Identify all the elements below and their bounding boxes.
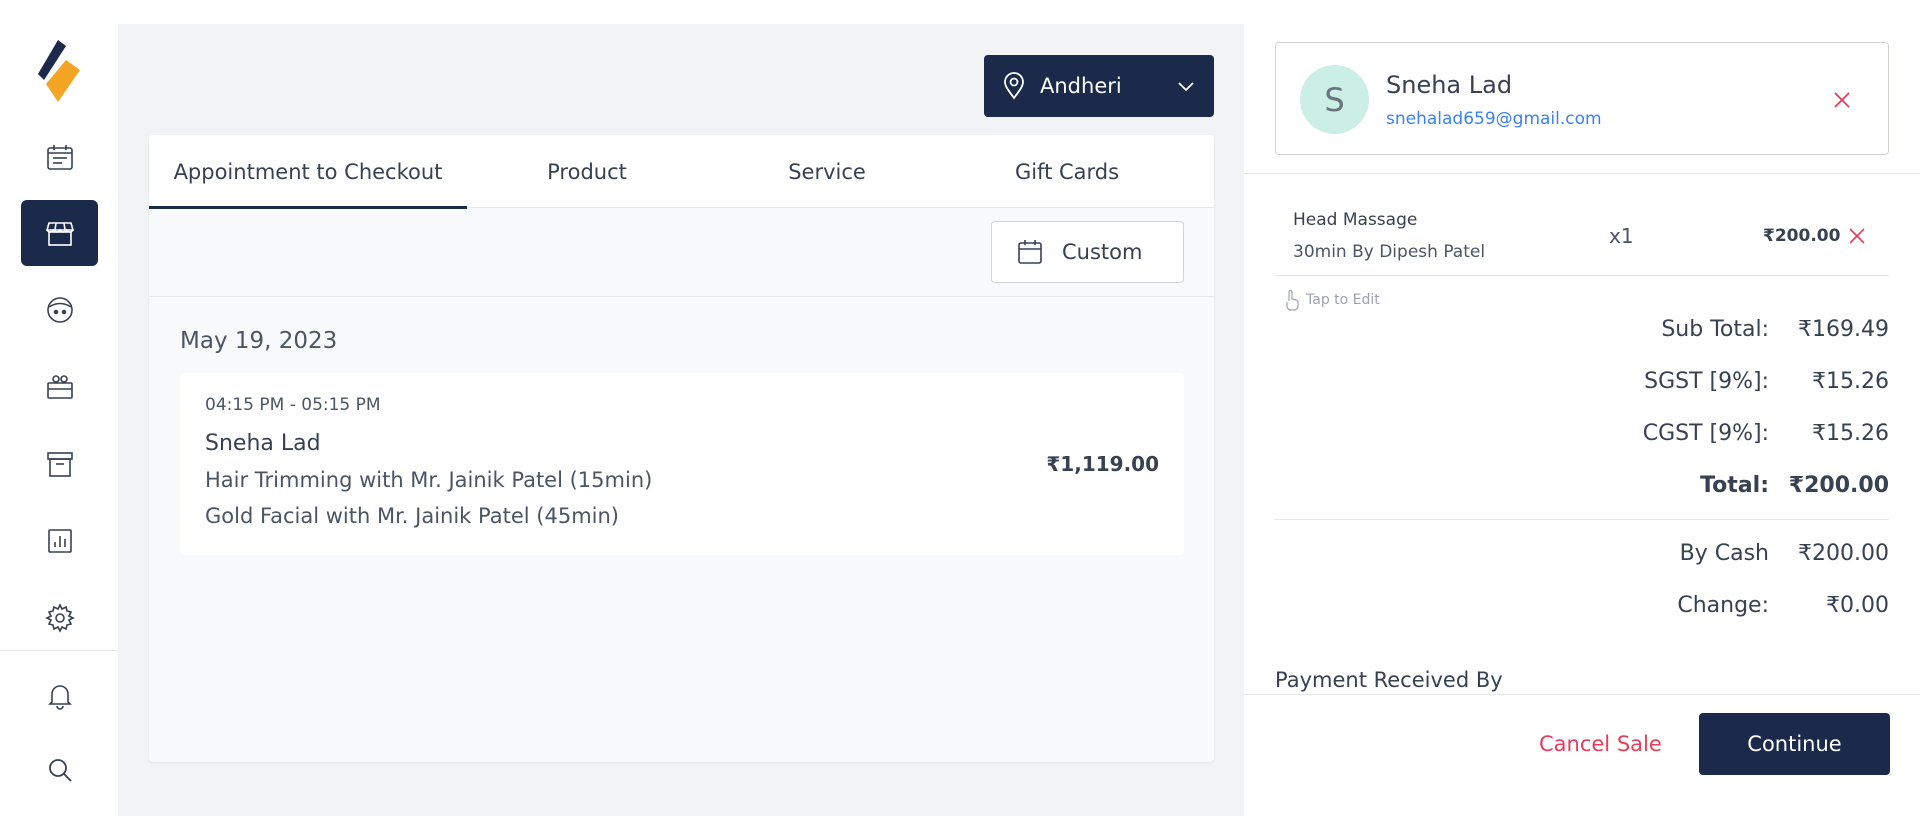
face-icon bbox=[46, 297, 73, 323]
tab-gift-cards[interactable]: Gift Cards bbox=[947, 135, 1187, 208]
payment-received-by-label: Payment Received By bbox=[1275, 668, 1503, 692]
filter-row: Custom bbox=[149, 208, 1214, 297]
client-email: snehalad659@gmail.com bbox=[1386, 109, 1602, 129]
tap-to-edit-label: Tap to Edit bbox=[1306, 292, 1380, 308]
gift-icon bbox=[46, 375, 73, 399]
sidebar-item-gift[interactable] bbox=[21, 354, 98, 420]
divider bbox=[1244, 173, 1920, 174]
sidebar-item-settings[interactable] bbox=[21, 585, 98, 651]
cancel-sale-button[interactable]: Cancel Sale bbox=[1539, 732, 1662, 756]
logo-icon bbox=[36, 36, 82, 102]
sgst-label: SGST [9%]: bbox=[1644, 369, 1769, 394]
tab-label: Service bbox=[788, 159, 866, 184]
sidebar-item-archive[interactable] bbox=[21, 431, 98, 497]
by-cash-value: ₹200.00 bbox=[1798, 541, 1889, 566]
total-label: Total: bbox=[1700, 473, 1769, 498]
change-row: Change: ₹0.00 bbox=[1275, 593, 1889, 623]
custom-date-button[interactable]: Custom bbox=[991, 221, 1184, 283]
continue-button[interactable]: Continue bbox=[1699, 713, 1890, 775]
subtotal-value: ₹169.49 bbox=[1798, 317, 1889, 342]
subtotal-label: Sub Total: bbox=[1661, 317, 1769, 342]
tab-label: Appointment to Checkout bbox=[173, 159, 443, 184]
sidebar-item-face[interactable] bbox=[21, 277, 98, 343]
appointment-price: ₹1,119.00 bbox=[1046, 452, 1159, 476]
total-row: Total: ₹200.00 bbox=[1275, 473, 1889, 503]
search-icon bbox=[48, 759, 72, 782]
sidebar-item-reports[interactable] bbox=[21, 508, 98, 574]
tab-label: Gift Cards bbox=[1014, 159, 1120, 184]
subtotal-row: Sub Total: ₹169.49 bbox=[1275, 317, 1889, 347]
avatar: S bbox=[1300, 65, 1369, 134]
client-name: Sneha Lad bbox=[1386, 71, 1513, 99]
by-cash-row: By Cash ₹200.00 bbox=[1275, 541, 1889, 571]
location-label: Andheri bbox=[1040, 74, 1122, 98]
sidebar-item-notifications[interactable] bbox=[21, 663, 98, 729]
tab-appointment-to-checkout[interactable]: Appointment to Checkout bbox=[149, 135, 467, 209]
tap-to-edit-hint: Tap to Edit bbox=[1284, 289, 1380, 311]
cart-item-detail: 30min By Dipesh Patel bbox=[1293, 242, 1486, 262]
appointment-service-line: Gold Facial with Mr. Jainik Patel (45min… bbox=[205, 504, 619, 528]
tab-bar: Appointment to Checkout Product Service … bbox=[149, 135, 1214, 209]
archive-icon bbox=[46, 452, 73, 477]
change-value: ₹0.00 bbox=[1826, 593, 1889, 618]
cgst-value: ₹15.26 bbox=[1812, 421, 1889, 446]
gear-icon bbox=[44, 603, 75, 633]
bell-icon bbox=[47, 685, 72, 710]
sidebar-divider bbox=[0, 650, 118, 651]
checkout-panel: Appointment to Checkout Product Service … bbox=[149, 135, 1214, 762]
appointment-card[interactable]: 04:15 PM - 05:15 PM Sneha Lad Hair Trimm… bbox=[180, 373, 1184, 555]
summary-divider bbox=[1275, 519, 1889, 520]
appointment-time: 04:15 PM - 05:15 PM bbox=[205, 395, 381, 415]
appointment-client-name: Sneha Lad bbox=[205, 431, 321, 456]
calendar-icon bbox=[1018, 240, 1042, 264]
sgst-row: SGST [9%]: ₹15.26 bbox=[1275, 369, 1889, 399]
location-pin-icon bbox=[1004, 72, 1024, 100]
appointment-date-heading: May 19, 2023 bbox=[180, 328, 338, 354]
tab-product[interactable]: Product bbox=[467, 135, 707, 208]
tab-service[interactable]: Service bbox=[707, 135, 947, 208]
sidebar-item-calendar[interactable] bbox=[21, 124, 98, 190]
by-cash-label: By Cash bbox=[1679, 541, 1769, 566]
close-icon[interactable] bbox=[1830, 88, 1854, 112]
cart-item-name: Head Massage bbox=[1293, 210, 1418, 230]
remove-item-icon[interactable] bbox=[1847, 226, 1867, 246]
checkout-main: Andheri Appointment to Checkout Product … bbox=[118, 24, 1244, 816]
cgst-label: CGST [9%]: bbox=[1642, 421, 1769, 446]
change-label: Change: bbox=[1677, 593, 1769, 618]
tap-hand-icon bbox=[1286, 289, 1299, 311]
tab-label: Product bbox=[547, 159, 627, 184]
client-card: S Sneha Lad snehalad659@gmail.com bbox=[1275, 42, 1889, 155]
cart-item-price: ₹200.00 bbox=[1763, 226, 1841, 246]
store-icon bbox=[45, 222, 74, 246]
cgst-row: CGST [9%]: ₹15.26 bbox=[1275, 421, 1889, 451]
chevron-down-icon bbox=[1178, 82, 1194, 92]
sidebar bbox=[0, 0, 118, 816]
cart-panel: S Sneha Lad snehalad659@gmail.com Head M… bbox=[1244, 24, 1920, 816]
location-dropdown[interactable]: Andheri bbox=[984, 55, 1214, 117]
cart-item-row[interactable]: Head Massage 30min By Dipesh Patel x1 ₹2… bbox=[1275, 184, 1889, 276]
cart-item-qty: x1 bbox=[1609, 224, 1634, 248]
footer-divider bbox=[1244, 694, 1920, 695]
reports-icon bbox=[47, 529, 72, 553]
sgst-value: ₹15.26 bbox=[1812, 369, 1889, 394]
sidebar-item-search[interactable] bbox=[21, 737, 98, 803]
total-value: ₹200.00 bbox=[1788, 473, 1889, 498]
custom-date-label: Custom bbox=[1062, 240, 1143, 264]
sidebar-item-store[interactable] bbox=[21, 200, 98, 266]
calendar-icon bbox=[46, 145, 73, 170]
appointment-service-line: Hair Trimming with Mr. Jainik Patel (15m… bbox=[205, 468, 653, 492]
